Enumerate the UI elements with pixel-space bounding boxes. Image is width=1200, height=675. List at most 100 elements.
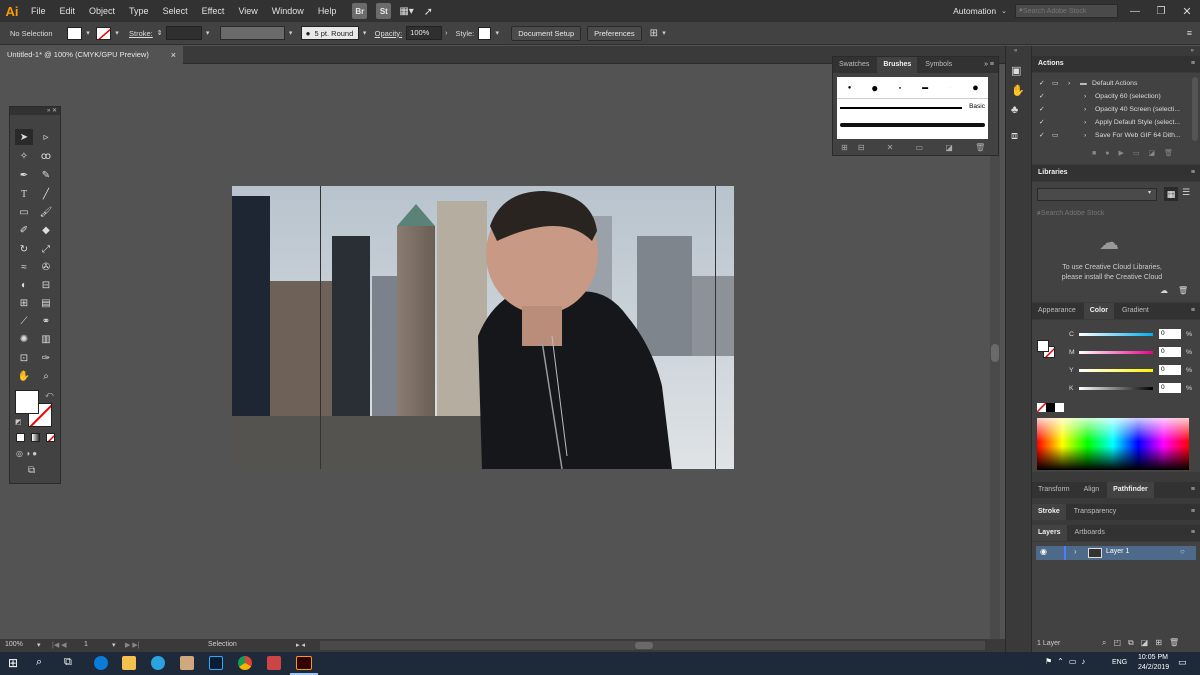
default-colors-icon[interactable]: ◩ xyxy=(15,418,22,426)
tab-layers[interactable]: Layers xyxy=(1032,525,1067,541)
workspace-switcher[interactable]: Automation xyxy=(953,6,996,16)
stock-button[interactable]: St xyxy=(376,3,392,19)
library-select[interactable] xyxy=(1037,188,1157,201)
style-swatch[interactable] xyxy=(478,26,492,40)
variable-width-profile[interactable] xyxy=(219,26,285,40)
zoom-tool-icon[interactable]: ⌕ xyxy=(37,368,55,384)
menu-type[interactable]: Type xyxy=(122,0,156,22)
app-icon[interactable] xyxy=(267,656,281,670)
library-dropdown-icon[interactable]: ▾ xyxy=(1148,189,1151,196)
actions-menu-icon[interactable]: ≡ xyxy=(1191,56,1195,72)
color-fill-swatch[interactable] xyxy=(1037,340,1049,352)
fill-color-indicator[interactable] xyxy=(15,390,39,414)
document-tab[interactable]: Untitled-1* @ 100% (CMYK/GPU Preview) × xyxy=(0,46,183,64)
action-item[interactable]: ✓ › Opacity 40 Screen (selecti... xyxy=(1032,103,1187,116)
tab-stroke[interactable]: Stroke xyxy=(1032,504,1066,520)
menu-object[interactable]: Object xyxy=(82,0,122,22)
actions-title[interactable]: Actions xyxy=(1038,60,1064,67)
maximize-icon[interactable]: ❐ xyxy=(1148,6,1174,17)
magenta-field[interactable]: 0 xyxy=(1159,347,1181,357)
style-dropdown[interactable]: ▾ xyxy=(491,29,503,37)
shaper-tool-icon[interactable]: ✐ xyxy=(15,222,33,238)
stroke-weight-field[interactable] xyxy=(165,26,202,40)
minimize-icon[interactable]: — xyxy=(1122,6,1148,17)
dock-expand-icon[interactable]: « xyxy=(1014,48,1017,54)
yellow-slider[interactable] xyxy=(1079,369,1153,372)
tab-transform[interactable]: Transform xyxy=(1032,482,1076,498)
blend-tool-icon[interactable]: ⚭ xyxy=(37,313,55,329)
illustrator-taskbar-icon[interactable] xyxy=(296,656,312,670)
pen-tool-icon[interactable]: ✒ xyxy=(15,167,33,183)
stroke-stepper[interactable]: ⇕ xyxy=(157,29,163,37)
fill-swatch[interactable] xyxy=(67,26,82,40)
menu-select[interactable]: Select xyxy=(156,0,195,22)
type-tool-icon[interactable]: T xyxy=(15,186,33,202)
pathfinder-menu-icon[interactable]: ≡ xyxy=(1191,482,1195,498)
dock-collapse-icon[interactable]: » xyxy=(1191,48,1194,54)
chevron-down-icon[interactable]: ⌄ xyxy=(1001,7,1007,15)
black-field[interactable]: 0 xyxy=(1159,383,1181,393)
horizontal-scrollbar[interactable] xyxy=(320,641,985,650)
symbol-sprayer-tool-icon[interactable]: ✺ xyxy=(15,331,33,347)
libraries-title[interactable]: Libraries xyxy=(1038,169,1068,176)
tab-artboards[interactable]: Artboards xyxy=(1069,525,1111,541)
libraries-menu-icon[interactable]: ≡ xyxy=(1191,165,1195,181)
language-indicator[interactable]: ENG xyxy=(1112,659,1127,666)
perspective-grid-tool-icon[interactable]: ⊟ xyxy=(37,277,55,293)
lasso-tool-icon[interactable]: ꝏ xyxy=(37,148,55,164)
brush-swatch[interactable]: ▬ xyxy=(913,77,938,98)
color-spectrum[interactable] xyxy=(1037,418,1189,470)
stroke-menu-icon[interactable]: ≡ xyxy=(1191,504,1195,520)
chrome-icon[interactable] xyxy=(238,656,252,670)
color-menu-icon[interactable]: ≡ xyxy=(1191,303,1195,319)
cc-sync-icon[interactable]: ☁ xyxy=(1160,286,1168,295)
status-menu-icon[interactable]: ▸ ◂ xyxy=(296,641,305,649)
opacity-field[interactable]: 100% xyxy=(406,26,443,40)
brush-swatch[interactable]: ● xyxy=(963,77,988,98)
graphic-styles-dock-icon[interactable]: ⧈ xyxy=(1011,130,1018,143)
file-explorer-icon[interactable] xyxy=(122,656,136,670)
next-artboard-icon[interactable]: ▶ ▶| xyxy=(125,641,140,649)
action-item[interactable]: ✓ › Apply Default Style (select... xyxy=(1032,116,1187,129)
profile-dropdown[interactable]: ▾ xyxy=(285,29,297,37)
h-scrollbar-thumb[interactable] xyxy=(635,642,653,649)
stroke-weight-dropdown[interactable]: ▾ xyxy=(202,29,214,37)
artboard-tool-icon[interactable]: ⊡ xyxy=(15,350,33,366)
windows-start-icon[interactable]: ⊞ xyxy=(8,656,18,670)
screen-mode-icon[interactable]: ⧉ xyxy=(28,465,35,476)
artboard-dropdown-icon[interactable]: ▾ xyxy=(112,641,116,649)
grid-view-icon[interactable]: ▦ xyxy=(1164,187,1178,201)
puppet-warp-tool-icon[interactable]: ✇ xyxy=(37,259,55,275)
curvature-tool-icon[interactable]: ✎ xyxy=(37,167,55,183)
layers-footer-icons[interactable]: ⌕◰⧉◪⊞🗑 xyxy=(1102,638,1186,648)
scrollbar-thumb[interactable] xyxy=(991,344,999,362)
brush-swatch[interactable]: ● xyxy=(887,77,912,98)
arrange-dropdown[interactable]: ▾ xyxy=(658,29,670,37)
magic-wand-tool-icon[interactable]: ✧ xyxy=(15,148,33,164)
symbols-dock-icon[interactable]: ♣ xyxy=(1011,104,1018,116)
document-setup-button[interactable]: Document Setup xyxy=(511,25,582,41)
tray-icons[interactable]: ⚑⌃▭♪ xyxy=(1045,657,1090,666)
tab-pathfinder[interactable]: Pathfinder xyxy=(1107,482,1154,498)
graph-tool-icon[interactable]: ▥ xyxy=(37,331,55,347)
action-item[interactable]: ✓ ▭ › Save For Web GIF 64 Dith... xyxy=(1032,129,1187,142)
none-color-swatch[interactable] xyxy=(1037,403,1046,412)
actions-scrollbar[interactable] xyxy=(1192,77,1198,141)
menu-file[interactable]: File xyxy=(24,0,53,22)
color-mode-icon[interactable] xyxy=(16,433,25,442)
hand-tool-icon[interactable]: ✋ xyxy=(15,368,33,384)
layer-row[interactable]: ◉ › Layer 1 ○ xyxy=(1036,546,1196,560)
white-color-swatch[interactable] xyxy=(1055,403,1064,412)
brush-swatch[interactable]: ● xyxy=(837,77,862,98)
tab-color[interactable]: Color xyxy=(1083,303,1114,319)
slice-tool-icon[interactable]: ✑ xyxy=(37,350,55,366)
close-tab-icon[interactable]: × xyxy=(171,46,176,64)
cyan-field[interactable]: 0 xyxy=(1159,329,1181,339)
width-tool-icon[interactable]: ≈ xyxy=(15,259,33,275)
panel-menu-icon[interactable]: » ≡ xyxy=(984,57,994,73)
brush-swatch[interactable]: ● xyxy=(862,77,887,98)
shape-builder-tool-icon[interactable]: ◐ xyxy=(15,277,33,293)
library-search-input[interactable] xyxy=(1040,210,1181,217)
delete-icon[interactable]: 🗑 xyxy=(1178,286,1188,295)
first-artboard-icon[interactable]: |◀ ◀ xyxy=(52,641,67,649)
